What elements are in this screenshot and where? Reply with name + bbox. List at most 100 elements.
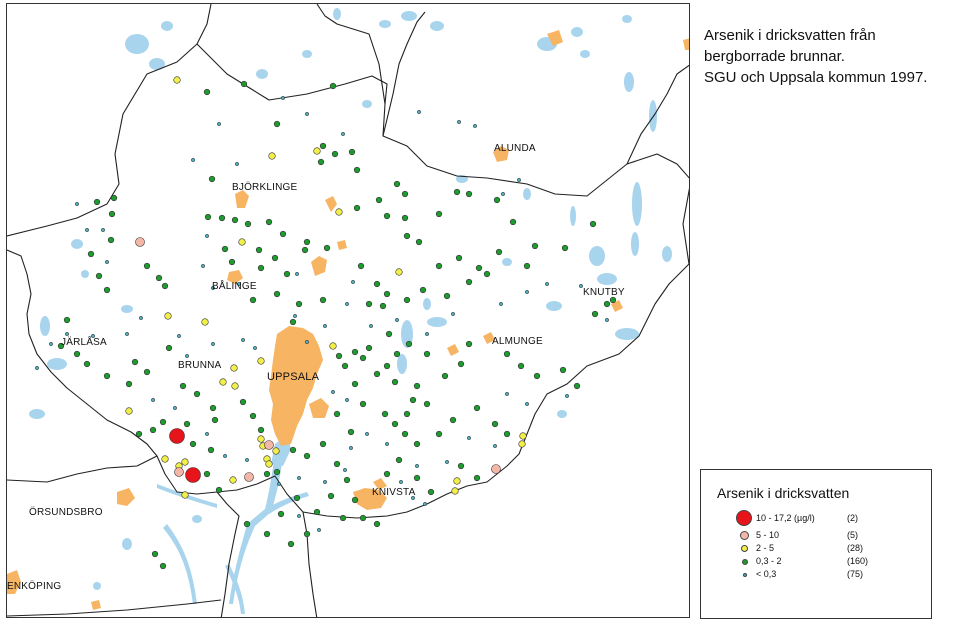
well-point-0-3-2[interactable]	[323, 244, 331, 252]
well-point-below-0-3[interactable]	[425, 332, 429, 336]
well-point-2-5[interactable]	[238, 238, 246, 246]
well-point-0-3-2[interactable]	[303, 452, 311, 460]
well-point-0-3-2[interactable]	[131, 358, 139, 366]
well-point-0-3-2[interactable]	[379, 302, 387, 310]
well-point-0-3-2[interactable]	[193, 390, 201, 398]
well-point-below-0-3[interactable]	[395, 318, 399, 322]
well-point-0-3-2[interactable]	[609, 296, 617, 304]
well-point-2-5[interactable]	[257, 357, 265, 365]
well-point-0-3-2[interactable]	[273, 120, 281, 128]
well-point-below-0-3[interactable]	[297, 514, 301, 518]
well-point-0-3-2[interactable]	[391, 420, 399, 428]
well-point-2-5[interactable]	[268, 152, 276, 160]
well-point-0-3-2[interactable]	[603, 300, 611, 308]
well-point-0-3-2[interactable]	[263, 530, 271, 538]
well-point-2-5[interactable]	[231, 382, 239, 390]
well-point-0-3-2[interactable]	[211, 416, 219, 424]
well-point-below-0-3[interactable]	[85, 228, 89, 232]
well-point-0-3-2[interactable]	[249, 412, 257, 420]
well-point-0-3-2[interactable]	[183, 420, 191, 428]
well-point-0-3-2[interactable]	[319, 296, 327, 304]
well-point-0-3-2[interactable]	[209, 404, 217, 412]
well-point-0-3-2[interactable]	[357, 262, 365, 270]
well-point-0-3-2[interactable]	[73, 350, 81, 358]
well-point-0-3-2[interactable]	[273, 468, 281, 476]
well-point-2-5[interactable]	[125, 407, 133, 415]
well-point-0-3-2[interactable]	[159, 418, 167, 426]
well-point-0-3-2[interactable]	[413, 474, 421, 482]
well-point-5-10[interactable]	[135, 237, 145, 247]
well-point-0-3-2[interactable]	[301, 246, 309, 254]
well-point-below-0-3[interactable]	[345, 398, 349, 402]
well-point-below-0-3[interactable]	[349, 446, 353, 450]
well-point-0-3-2[interactable]	[93, 198, 101, 206]
well-point-0-3-2[interactable]	[203, 470, 211, 478]
well-point-0-3-2[interactable]	[83, 360, 91, 368]
well-point-below-0-3[interactable]	[331, 390, 335, 394]
well-point-0-3-2[interactable]	[143, 368, 151, 376]
well-point-below-0-3[interactable]	[177, 334, 181, 338]
well-point-below-0-3[interactable]	[423, 502, 427, 506]
well-point-0-3-2[interactable]	[465, 278, 473, 286]
well-point-below-0-3[interactable]	[499, 302, 503, 306]
well-point-0-3-2[interactable]	[473, 404, 481, 412]
well-point-0-3-2[interactable]	[287, 540, 295, 548]
well-point-below-0-3[interactable]	[445, 460, 449, 464]
well-point-below-0-3[interactable]	[365, 432, 369, 436]
well-point-0-3-2[interactable]	[283, 270, 291, 278]
well-point-0-3-2[interactable]	[341, 362, 349, 370]
well-point-below-0-3[interactable]	[35, 366, 39, 370]
well-point-0-3-2[interactable]	[353, 204, 361, 212]
well-point-0-3-2[interactable]	[343, 476, 351, 484]
well-point-0-3-2[interactable]	[401, 190, 409, 198]
well-point-0-3-2[interactable]	[373, 280, 381, 288]
well-point-0-3-2[interactable]	[401, 214, 409, 222]
well-point-0-3-2[interactable]	[348, 148, 356, 156]
well-point-0-3-2[interactable]	[403, 232, 411, 240]
well-point-0-3-2[interactable]	[453, 188, 461, 196]
well-point-2-5[interactable]	[229, 476, 237, 484]
well-point-below-0-3[interactable]	[65, 332, 69, 336]
well-point-0-3-2[interactable]	[221, 245, 229, 253]
well-point-below-0-3[interactable]	[49, 342, 53, 346]
well-point-0-3-2[interactable]	[427, 488, 435, 496]
well-point-0-3-2[interactable]	[107, 236, 115, 244]
well-point-below-0-3[interactable]	[105, 260, 109, 264]
well-point-below-0-3[interactable]	[191, 158, 195, 162]
well-point-5-10[interactable]	[491, 464, 501, 474]
well-point-0-3-2[interactable]	[457, 360, 465, 368]
well-point-0-3-2[interactable]	[383, 362, 391, 370]
well-point-0-3-2[interactable]	[457, 462, 465, 470]
well-point-below-0-3[interactable]	[317, 528, 321, 532]
well-point-2-5[interactable]	[265, 460, 273, 468]
well-point-below-0-3[interactable]	[201, 264, 205, 268]
well-point-0-3-2[interactable]	[449, 416, 457, 424]
well-point-0-3-2[interactable]	[208, 175, 216, 183]
well-point-0-3-2[interactable]	[207, 446, 215, 454]
well-point-0-3-2[interactable]	[218, 214, 226, 222]
well-point-0-3-2[interactable]	[149, 426, 157, 434]
well-point-0-3-2[interactable]	[293, 494, 301, 502]
well-point-0-3-2[interactable]	[159, 562, 167, 570]
well-point-0-3-2[interactable]	[423, 400, 431, 408]
well-point-below-0-3[interactable]	[281, 96, 285, 100]
well-point-0-3-2[interactable]	[255, 246, 263, 254]
well-point-0-3-2[interactable]	[228, 258, 236, 266]
well-point-2-5[interactable]	[201, 318, 209, 326]
well-point-0-3-2[interactable]	[395, 456, 403, 464]
well-point-below-0-3[interactable]	[415, 464, 419, 468]
well-point-0-3-2[interactable]	[351, 348, 359, 356]
well-point-below-0-3[interactable]	[241, 338, 245, 342]
well-point-0-3-2[interactable]	[435, 430, 443, 438]
well-point-below-0-3[interactable]	[277, 482, 281, 486]
well-point-below-0-3[interactable]	[345, 302, 349, 306]
well-point-0-3-2[interactable]	[203, 88, 211, 96]
well-point-2-5[interactable]	[453, 477, 461, 485]
well-point-0-3-2[interactable]	[351, 380, 359, 388]
well-point-0-3-2[interactable]	[493, 196, 501, 204]
well-point-0-3-2[interactable]	[265, 218, 273, 226]
well-point-2-5[interactable]	[519, 432, 527, 440]
well-point-0-3-2[interactable]	[373, 520, 381, 528]
well-point-0-3-2[interactable]	[359, 514, 367, 522]
well-point-0-3-2[interactable]	[365, 300, 373, 308]
